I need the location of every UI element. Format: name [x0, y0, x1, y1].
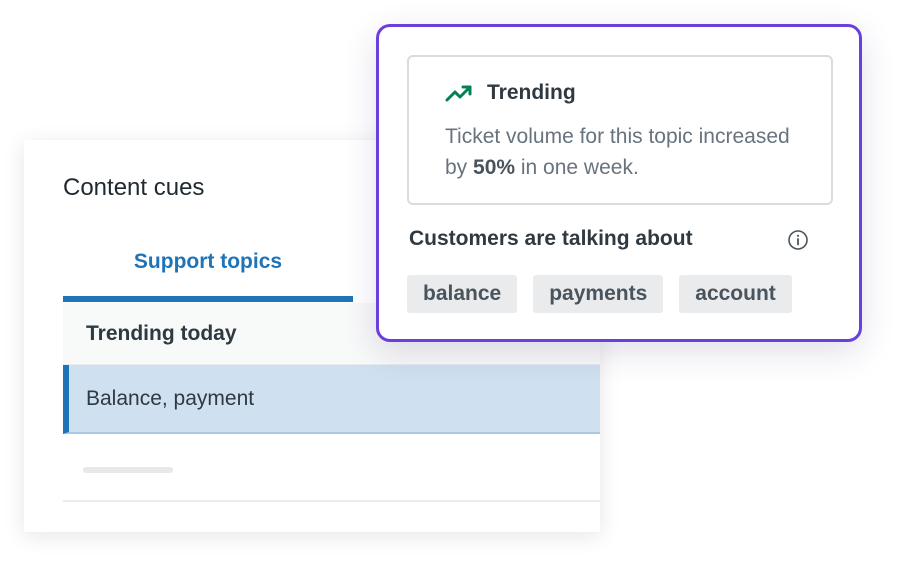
trending-up-icon: [445, 85, 472, 102]
skeleton-placeholder: [83, 467, 173, 473]
content-cues-illustration: Content cues Support topics Trending tod…: [0, 0, 901, 566]
section-header-label: Trending today: [86, 322, 237, 345]
trend-card: Trending Ticket volume for this topic in…: [407, 55, 833, 205]
topic-row-label: Balance, payment: [86, 387, 255, 410]
trend-description: Ticket volume for this topic increased b…: [445, 121, 815, 183]
panel-title: Content cues: [63, 174, 205, 201]
active-tab-indicator: [63, 296, 353, 302]
topic-row-placeholder: [63, 434, 600, 502]
tag-payments[interactable]: payments: [533, 275, 664, 313]
topic-tags: balance payments account: [407, 275, 792, 313]
trend-percent: 50%: [473, 156, 516, 179]
trend-title: Trending: [487, 81, 576, 104]
talking-about-label: Customers are talking about: [409, 227, 693, 250]
info-icon[interactable]: [787, 229, 809, 251]
topic-row-selected[interactable]: Balance, payment: [63, 365, 600, 434]
trend-desc-suffix: in one week.: [515, 156, 639, 179]
tag-balance[interactable]: balance: [407, 275, 518, 313]
trending-popover: Trending Ticket volume for this topic in…: [376, 24, 862, 342]
tab-support-topics[interactable]: Support topics: [63, 244, 353, 300]
tag-account[interactable]: account: [679, 275, 792, 313]
